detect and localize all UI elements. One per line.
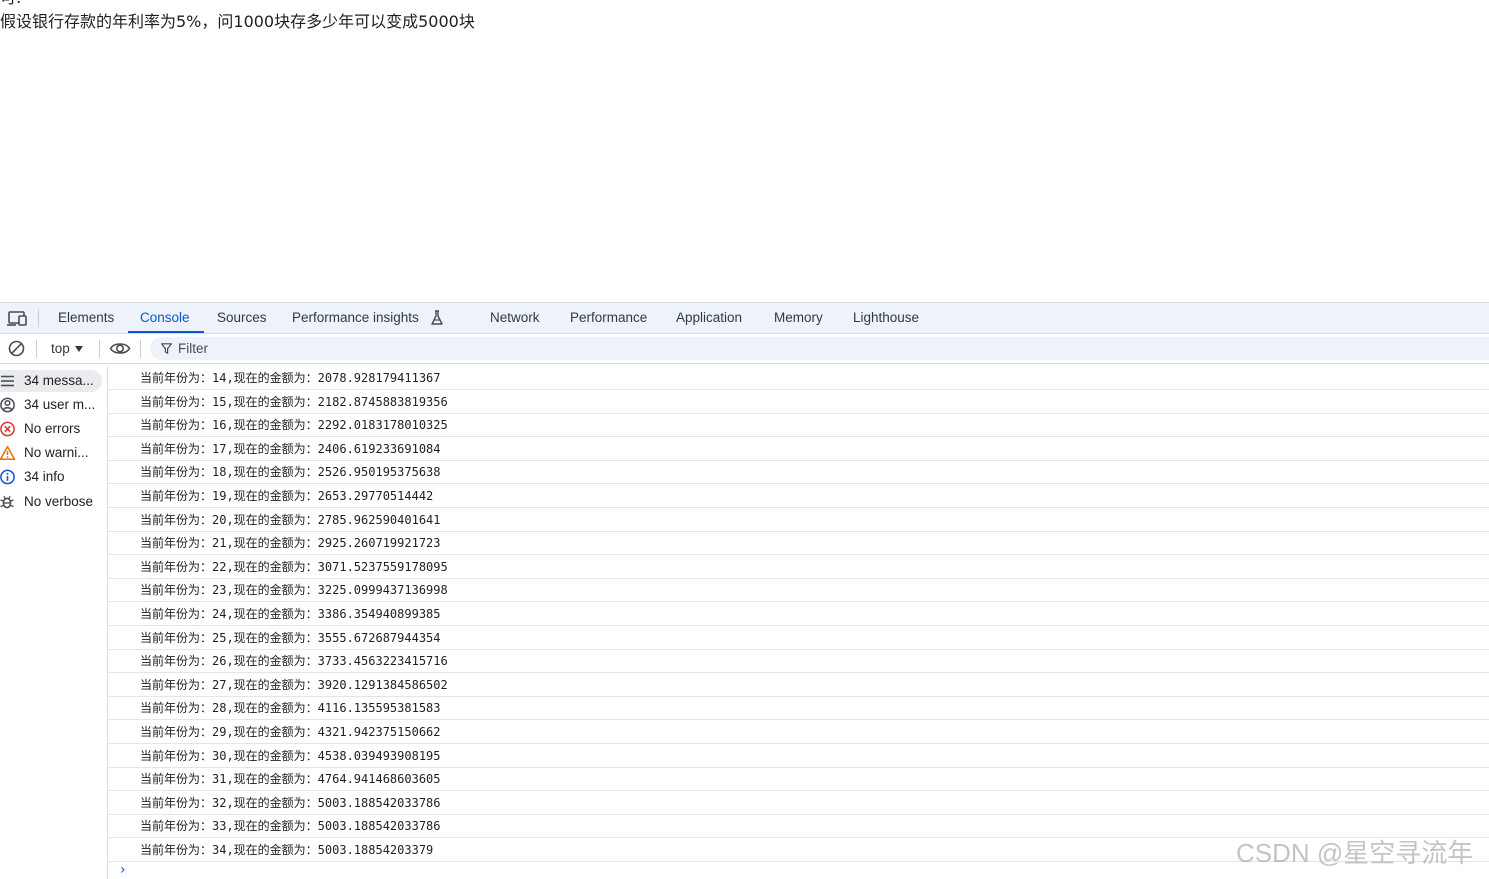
sidebar-item-verbose[interactable]: No verbose: [0, 491, 102, 513]
sidebar-item-label: No verbose: [24, 494, 94, 509]
eye-icon[interactable]: [109, 341, 131, 356]
tab-console[interactable]: Console: [128, 303, 203, 333]
info-icon: [0, 469, 15, 485]
log-message: 当前年份为：15,现在的金额为：2182.8745883819356: [140, 394, 448, 409]
list-icon: [1, 375, 14, 387]
log-message: 当前年份为：32,现在的金额为：5003.188542033786: [140, 795, 441, 810]
log-message: 当前年份为：29,现在的金额为：4321.942375150662: [140, 725, 441, 739]
sidebar-item-label: 34 messa...: [24, 373, 94, 388]
log-row: 当前年份为：25,现在的金额为：3555.672687944354: [108, 626, 1489, 650]
console-log: 当前年份为：14,现在的金额为：2078.928179411367 当前年份为：…: [108, 366, 1489, 879]
sidebar-item-label: No warni...: [24, 445, 89, 460]
page-text-cut: 可:: [0, 0, 21, 8]
sidebar-item-messages[interactable]: 34 messa...: [0, 370, 102, 392]
sidebar-item-info[interactable]: 34 info: [0, 466, 102, 488]
log-row: 当前年份为：22,现在的金额为：3071.5237559178095: [108, 555, 1489, 579]
experimental-flask-icon: [431, 310, 443, 325]
log-row: 当前年份为：20,现在的金额为：2785.962590401641: [108, 508, 1489, 532]
error-icon: [0, 421, 15, 437]
log-message: 当前年份为：27,现在的金额为：3920.1291384586502: [140, 677, 448, 692]
page-viewport: 可: 假设银行存款的年利率为5%，问1000块存多少年可以变成5000块: [0, 0, 1489, 302]
console-sidebar: 34 messa... 34 user m... No errors No wa…: [0, 366, 108, 879]
log-message: 当前年份为：14,现在的金额为：2078.928179411367: [140, 371, 441, 385]
log-row: 当前年份为：28,现在的金额为：4116.135595381583: [108, 696, 1489, 721]
log-message: 当前年份为：21,现在的金额为：2925.260719921723: [140, 536, 441, 551]
log-row: 当前年份为：33,现在的金额为：5003.188542033786: [108, 814, 1489, 839]
log-message: 当前年份为：25,现在的金额为：3555.672687944354: [140, 630, 441, 645]
log-message: 当前年份为：26,现在的金额为：3733.4563223415716: [140, 654, 448, 669]
toolbar-separator: [36, 340, 37, 358]
devtools-panel: Elements Console Sources Performance ins…: [0, 302, 1489, 879]
devtools-tabbar: Elements Console Sources Performance ins…: [0, 303, 1489, 334]
log-row: 当前年份为：19,现在的金额为：2653.29770514442: [108, 484, 1489, 508]
tab-performance-insights[interactable]: Performance insights: [292, 303, 419, 333]
log-row: 当前年份为：21,现在的金额为：2925.260719921723: [108, 531, 1489, 556]
log-message: 当前年份为：17,现在的金额为：2406.619233691084: [140, 441, 441, 456]
context-selector[interactable]: top: [51, 334, 83, 363]
log-row: 当前年份为：30,现在的金额为：4538.039493908195: [108, 744, 1489, 768]
log-message: 当前年份为：31,现在的金额为：4764.941468603605: [140, 772, 441, 787]
user-icon: [0, 397, 15, 413]
log-message: 当前年份为：19,现在的金额为：2653.29770514442: [140, 489, 434, 503]
filter-input[interactable]: [178, 337, 578, 360]
log-row: 当前年份为：14,现在的金额为：2078.928179411367: [108, 366, 1489, 390]
tab-application[interactable]: Application: [676, 303, 742, 333]
sidebar-item-user-messages[interactable]: 34 user m...: [0, 394, 102, 416]
page-question: 假设银行存款的年利率为5%，问1000块存多少年可以变成5000块: [0, 12, 475, 31]
log-row: 当前年份为：15,现在的金额为：2182.8745883819356: [108, 390, 1489, 414]
log-message: 当前年份为：28,现在的金额为：4116.135595381583: [140, 701, 441, 716]
toolbar-separator: [99, 340, 100, 358]
tab-lighthouse[interactable]: Lighthouse: [853, 303, 919, 333]
log-row: 当前年份为：27,现在的金额为：3920.1291384586502: [108, 673, 1489, 697]
log-row: 当前年份为：17,现在的金额为：2406.619233691084: [108, 437, 1489, 461]
tab-sources[interactable]: Sources: [217, 303, 267, 333]
warning-icon: [0, 446, 16, 460]
log-row: 当前年份为：31,现在的金额为：4764.941468603605: [108, 767, 1489, 792]
log-message: 当前年份为：30,现在的金额为：4538.039493908195: [140, 748, 441, 763]
log-row: 当前年份为：16,现在的金额为：2292.0183178010325: [108, 413, 1489, 438]
console-prompt[interactable]: ›: [120, 862, 126, 878]
log-message: 当前年份为：20,现在的金额为：2785.962590401641: [140, 512, 441, 527]
device-toolbar-icon[interactable]: [6, 309, 28, 327]
log-row: 当前年份为：32,现在的金额为：5003.188542033786: [108, 791, 1489, 815]
log-message: 当前年份为：16,现在的金额为：2292.0183178010325: [140, 418, 448, 433]
tab-network[interactable]: Network: [490, 303, 540, 333]
log-message: 当前年份为：18,现在的金额为：2526.950195375638: [140, 465, 441, 480]
log-message: 当前年份为：34,现在的金额为：5003.18854203379: [140, 843, 434, 857]
bug-icon: [0, 495, 14, 509]
csdn-watermark: CSDN @星空寻流年: [1236, 838, 1474, 868]
log-message: 当前年份为：22,现在的金额为：3071.5237559178095: [140, 559, 448, 574]
tab-performance[interactable]: Performance: [570, 303, 647, 333]
sidebar-item-errors[interactable]: No errors: [0, 418, 102, 440]
log-row: 当前年份为：24,现在的金额为：3386.354940899385: [108, 602, 1489, 626]
console-toolbar: top: [0, 334, 1489, 364]
sidebar-item-label: No errors: [24, 421, 81, 436]
log-message: 当前年份为：23,现在的金额为：3225.0999437136998: [140, 583, 448, 598]
context-selector-label: top: [51, 341, 70, 356]
filter-icon: [161, 343, 172, 354]
sidebar-item-label: 34 user m...: [24, 397, 96, 412]
log-message: 当前年份为：33,现在的金额为：5003.188542033786: [140, 819, 441, 834]
sidebar-item-warnings[interactable]: No warni...: [0, 442, 102, 464]
sidebar-item-label: 34 info: [24, 469, 65, 484]
log-row: 当前年份为：18,现在的金额为：2526.950195375638: [108, 460, 1489, 485]
clear-console-icon[interactable]: [8, 340, 25, 357]
browser-page: 可: 假设银行存款的年利率为5%，问1000块存多少年可以变成5000块 Ele…: [0, 0, 1489, 879]
filter-box[interactable]: [150, 337, 1489, 360]
log-row: 当前年份为：29,现在的金额为：4321.942375150662: [108, 720, 1489, 744]
tab-separator: [38, 309, 39, 327]
log-row: 当前年份为：26,现在的金额为：3733.4563223415716: [108, 649, 1489, 674]
log-row: 当前年份为：23,现在的金额为：3225.0999437136998: [108, 578, 1489, 603]
tab-memory[interactable]: Memory: [774, 303, 823, 333]
tab-elements[interactable]: Elements: [58, 303, 114, 333]
log-message: 当前年份为：24,现在的金额为：3386.354940899385: [140, 607, 441, 621]
chevron-down-icon: [74, 346, 83, 352]
toolbar-separator: [140, 340, 141, 358]
